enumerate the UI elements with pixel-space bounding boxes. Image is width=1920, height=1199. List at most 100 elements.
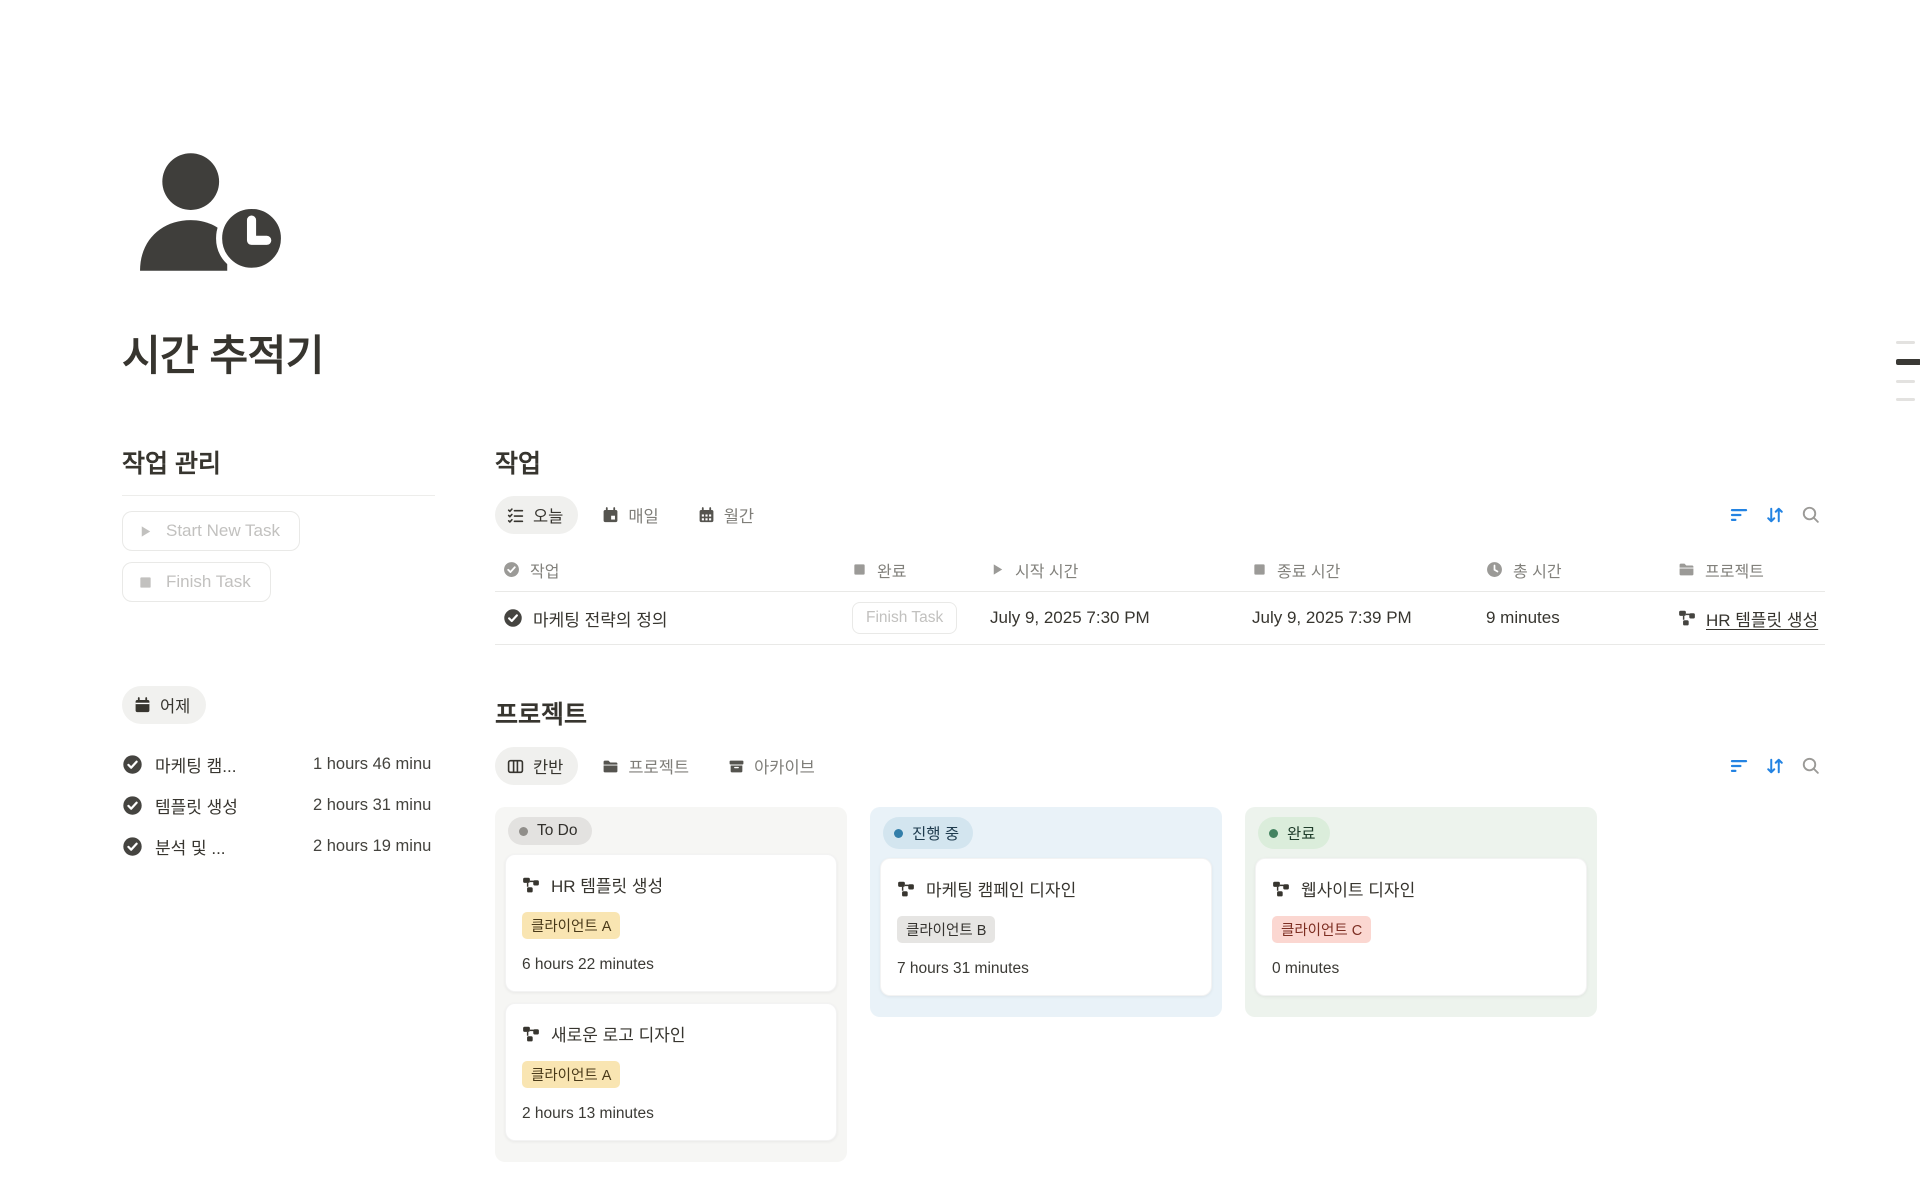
card-total-time: 0 minutes — [1272, 960, 1570, 978]
task-duration: 2 hours 31 minu — [313, 796, 435, 815]
tab-projects[interactable]: 프로젝트 — [590, 747, 704, 785]
filter-icon[interactable] — [1729, 756, 1749, 776]
list-item[interactable]: 분석 및 ... 2 hours 19 minu — [122, 826, 435, 867]
task-cell[interactable]: 마케팅 전략의 정의 — [495, 606, 844, 631]
tasks-table-header: 작업 완료 시작 시간 — [495, 548, 1825, 592]
task-title: 마케팅 전략의 정의 — [533, 606, 668, 631]
stop-icon — [138, 575, 153, 590]
play-icon — [990, 562, 1005, 577]
tab-projects-label: 프로젝트 — [628, 754, 689, 778]
board-column-in-progress: 진행 중 마케팅 캠페인 디자인 클라이언트 B 7 hours 31 min — [870, 807, 1222, 1017]
status-badge: 진행 중 — [883, 817, 973, 849]
project-card[interactable]: 웹사이트 디자인 클라이언트 C 0 minutes — [1255, 858, 1587, 996]
task-name: 마케팅 캠... — [155, 752, 289, 777]
project-cell: HR 템플릿 생성 — [1670, 606, 1825, 631]
column-header-task[interactable]: 작업 — [495, 558, 844, 582]
total-time-value: 9 minutes — [1486, 608, 1560, 628]
toc-indicator[interactable] — [1896, 341, 1920, 401]
column-header-end-time[interactable]: 종료 시간 — [1244, 558, 1478, 582]
folder-icon — [1678, 561, 1695, 578]
start-new-task-label: Start New Task — [166, 521, 280, 541]
status-dot — [894, 829, 903, 838]
archive-box-icon — [728, 758, 745, 775]
column-label: 프로젝트 — [1705, 558, 1764, 582]
list-item[interactable]: 템플릿 생성 2 hours 31 minu — [122, 785, 435, 826]
tab-today-label: 오늘 — [533, 503, 563, 527]
relation-icon — [522, 1025, 540, 1043]
check-circle-icon — [122, 795, 143, 816]
card-total-time: 7 hours 31 minutes — [897, 960, 1195, 978]
card-title: 웹사이트 디자인 — [1301, 876, 1415, 901]
project-card[interactable]: 마케팅 캠페인 디자인 클라이언트 B 7 hours 31 minutes — [880, 858, 1212, 996]
column-header-project[interactable]: 프로젝트 — [1670, 558, 1825, 582]
relation-icon — [897, 880, 915, 898]
project-card[interactable]: 새로운 로고 디자인 클라이언트 A 2 hours 13 minutes — [505, 1003, 837, 1141]
search-icon[interactable] — [1801, 756, 1821, 776]
column-label: 총 시간 — [1513, 558, 1562, 582]
column-header-start-time[interactable]: 시작 시간 — [982, 558, 1244, 582]
relation-icon — [1678, 609, 1696, 627]
check-circle-icon — [122, 836, 143, 857]
tab-today[interactable]: 오늘 — [495, 496, 578, 534]
board-column-todo: To Do HR 템플릿 생성 클라이언트 A 6 hours 22 minu — [495, 807, 847, 1162]
list-item[interactable]: 마케팅 캠... 1 hours 46 minu — [122, 744, 435, 785]
yesterday-task-list: 마케팅 캠... 1 hours 46 minu 템플릿 생성 2 hours … — [122, 744, 435, 867]
total-time-cell: 9 minutes — [1478, 608, 1670, 628]
filter-icon[interactable] — [1729, 505, 1749, 525]
tab-monthly[interactable]: 월간 — [686, 496, 769, 534]
clock-icon — [1486, 561, 1503, 578]
tab-kanban[interactable]: 칸반 — [495, 747, 578, 785]
sort-icon[interactable] — [1765, 756, 1785, 776]
tasks-table: 작업 완료 시작 시간 — [495, 548, 1825, 645]
end-time-value: July 9, 2025 7:39 PM — [1252, 608, 1412, 628]
column-label: 완료 — [877, 558, 906, 582]
sort-icon[interactable] — [1765, 505, 1785, 525]
yesterday-tab[interactable]: 어제 — [122, 686, 206, 724]
card-title: 마케팅 캠페인 디자인 — [926, 876, 1076, 901]
toc-line-active — [1896, 359, 1920, 365]
main-content: 작업 오늘 매일 — [495, 444, 1825, 1199]
stop-icon — [852, 562, 867, 577]
person-with-clock-icon[interactable] — [138, 153, 286, 273]
calendar-month-icon — [698, 507, 715, 524]
start-new-task-button[interactable]: Start New Task — [122, 511, 300, 551]
check-circle-icon — [503, 608, 523, 628]
table-row[interactable]: 마케팅 전략의 정의 Finish Task July 9, 2025 7:30… — [495, 592, 1825, 645]
checklist-icon — [507, 507, 524, 524]
card-total-time: 2 hours 13 minutes — [522, 1105, 820, 1123]
column-label: 작업 — [530, 558, 559, 582]
toc-line — [1896, 380, 1915, 383]
tab-archive[interactable]: 아카이브 — [716, 747, 830, 785]
search-icon[interactable] — [1801, 505, 1821, 525]
start-time-cell: July 9, 2025 7:30 PM — [982, 608, 1244, 628]
board-column-done: 완료 웹사이트 디자인 클라이언트 C 0 minutes — [1245, 807, 1597, 1017]
play-icon — [138, 524, 153, 539]
tab-daily[interactable]: 매일 — [590, 496, 673, 534]
project-link[interactable]: HR 템플릿 생성 — [1706, 606, 1818, 631]
task-management-panel: 작업 관리 Start New Task Finish Task — [122, 444, 435, 867]
column-header-total-time[interactable]: 총 시간 — [1478, 558, 1670, 582]
card-title: 새로운 로고 디자인 — [551, 1021, 686, 1046]
column-header-complete[interactable]: 완료 — [844, 558, 982, 582]
projects-heading: 프로젝트 — [495, 695, 1825, 731]
task-duration: 1 hours 46 minu — [313, 755, 435, 774]
project-card[interactable]: HR 템플릿 생성 클라이언트 A 6 hours 22 minutes — [505, 854, 837, 992]
task-name: 템플릿 생성 — [155, 793, 289, 818]
column-label: 시작 시간 — [1015, 558, 1078, 582]
status-label: 진행 중 — [912, 822, 959, 844]
calendar-icon — [602, 507, 619, 524]
tasks-heading: 작업 — [495, 444, 1825, 480]
status-badge: To Do — [508, 817, 592, 845]
tab-archive-label: 아카이브 — [754, 754, 815, 778]
task-management-heading: 작업 관리 — [122, 444, 435, 496]
column-label: 종료 시간 — [1277, 558, 1340, 582]
status-label: 완료 — [1287, 822, 1316, 844]
relation-icon — [522, 876, 540, 894]
finish-task-button[interactable]: Finish Task — [122, 562, 271, 602]
client-tag: 클라이언트 A — [522, 1061, 620, 1088]
kanban-board: To Do HR 템플릿 생성 클라이언트 A 6 hours 22 minu — [495, 807, 1825, 1162]
check-circle-icon — [503, 561, 520, 578]
status-dot — [519, 827, 528, 836]
row-finish-task-button[interactable]: Finish Task — [852, 602, 957, 634]
time-tracker-page: 시간 추적기 작업 관리 Start New Task Finish Task — [0, 0, 1920, 1199]
